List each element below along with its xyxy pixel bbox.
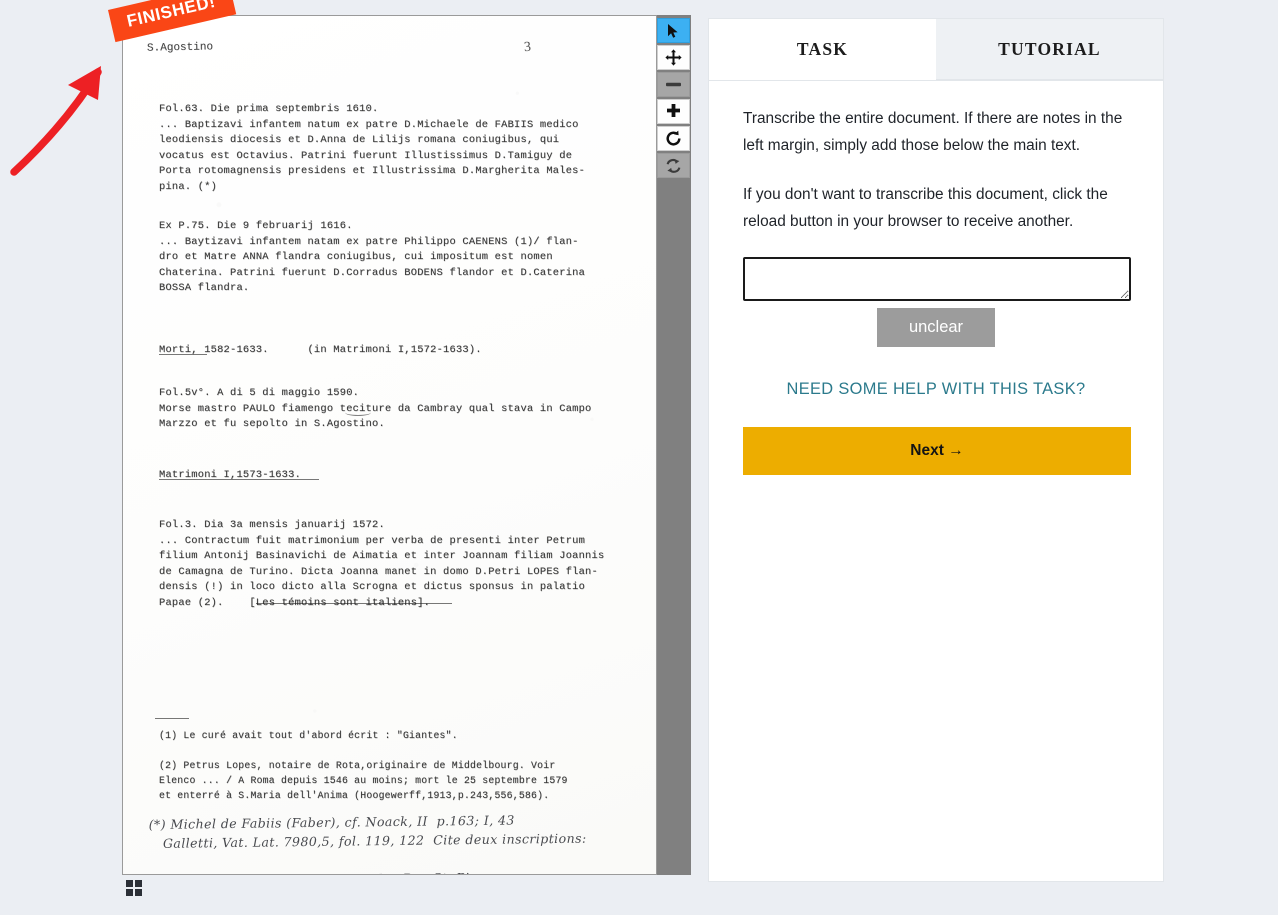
doc-footnotes: (1) Le curé avait tout d'abord écrit : "…	[159, 730, 568, 801]
handwritten-line-3: 1 sept. 1606 et 22 sept. 1613. Non Par. …	[149, 866, 639, 874]
document-page-image: S.Agostino 3 Fol.63. Die prima septembri…	[123, 16, 656, 874]
grid-2x2-icon[interactable]	[126, 880, 142, 896]
doc-heading-matrimoni: Matrimoni I,1573-1633.	[159, 469, 302, 481]
pan-tool-button[interactable]	[657, 45, 690, 70]
next-button[interactable]: Next →	[743, 427, 1131, 475]
plus-icon	[665, 103, 682, 120]
grid-cell	[135, 889, 142, 896]
help-link[interactable]: NEED SOME HELP WITH THIS TASK?	[743, 380, 1129, 399]
zoom-in-tool-button[interactable]	[657, 99, 690, 124]
handwritten-line-2: Galletti, Vat. Lat. 7980,5, fol. 119, 12…	[162, 830, 587, 851]
doc-heading-morti: Morti, 1582-1633. (in Matrimoni I,1572-1…	[159, 344, 482, 356]
document-handwritten-note: (*) Michel de Fabiis (Faber), cf. Noack,…	[148, 809, 640, 874]
panel-tabs: TASK TUTORIAL	[709, 19, 1163, 81]
unclear-button[interactable]: unclear	[876, 308, 996, 347]
move-arrows-icon	[665, 49, 682, 66]
next-label: Next	[910, 442, 944, 459]
footnote-rule	[155, 718, 189, 719]
tab-task[interactable]: TASK	[709, 19, 936, 80]
document-page-number: 3	[523, 39, 532, 56]
minus-icon	[665, 81, 682, 88]
handwritten-line-1: (*) Michel de Fabiis (Faber), cf. Noack,…	[148, 812, 515, 832]
underline-matrimoni	[159, 479, 319, 480]
viewer-toolbar	[657, 18, 690, 178]
grid-cell	[126, 880, 133, 887]
rotate-tool-button[interactable]	[657, 126, 690, 151]
refresh-icon	[665, 158, 682, 174]
annotation-red-arrow	[10, 66, 102, 176]
document-frame[interactable]: S.Agostino 3 Fol.63. Die prima septembri…	[122, 15, 657, 875]
instruction-paragraph-1: Transcribe the entire document. If there…	[743, 110, 1123, 154]
doc-text-block-entry1: Fol.63. Die prima septembris 1610. ... B…	[159, 103, 586, 193]
arrow-right-icon: →	[948, 442, 964, 459]
transcription-input[interactable]	[743, 257, 1131, 301]
grid-cell	[135, 880, 142, 887]
instruction-paragraph-2: If you don't want to transcribe this doc…	[743, 186, 1108, 230]
doc-text-block-entry4: Fol.3. Dia 3a mensis januarij 1572. ... …	[159, 519, 605, 609]
underline-temoins	[256, 603, 452, 604]
document-header-text: S.Agostino	[146, 41, 214, 55]
pencil-mark-1	[345, 409, 371, 416]
select-tool-button[interactable]	[657, 18, 690, 43]
panel-body: Transcribe the entire document. If there…	[709, 81, 1163, 475]
cursor-arrow-icon	[666, 23, 681, 39]
doc-text-block-entry3: Fol.5v°. A di 5 di maggio 1590. Morse ma…	[159, 387, 592, 431]
grid-cell	[126, 889, 133, 896]
task-panel: TASK TUTORIAL Transcribe the entire docu…	[708, 18, 1164, 882]
rotate-cw-icon	[665, 130, 682, 147]
document-viewer[interactable]: S.Agostino 3 Fol.63. Die prima septembri…	[122, 15, 691, 875]
zoom-out-tool-button[interactable]	[657, 72, 690, 97]
doc-text-block-entry2: Ex P.75. Die 9 februarij 1616. ... Bayti…	[159, 220, 586, 295]
tab-tutorial[interactable]: TUTORIAL	[936, 19, 1163, 80]
reset-tool-button[interactable]	[657, 153, 690, 178]
underline-morti	[159, 354, 207, 355]
